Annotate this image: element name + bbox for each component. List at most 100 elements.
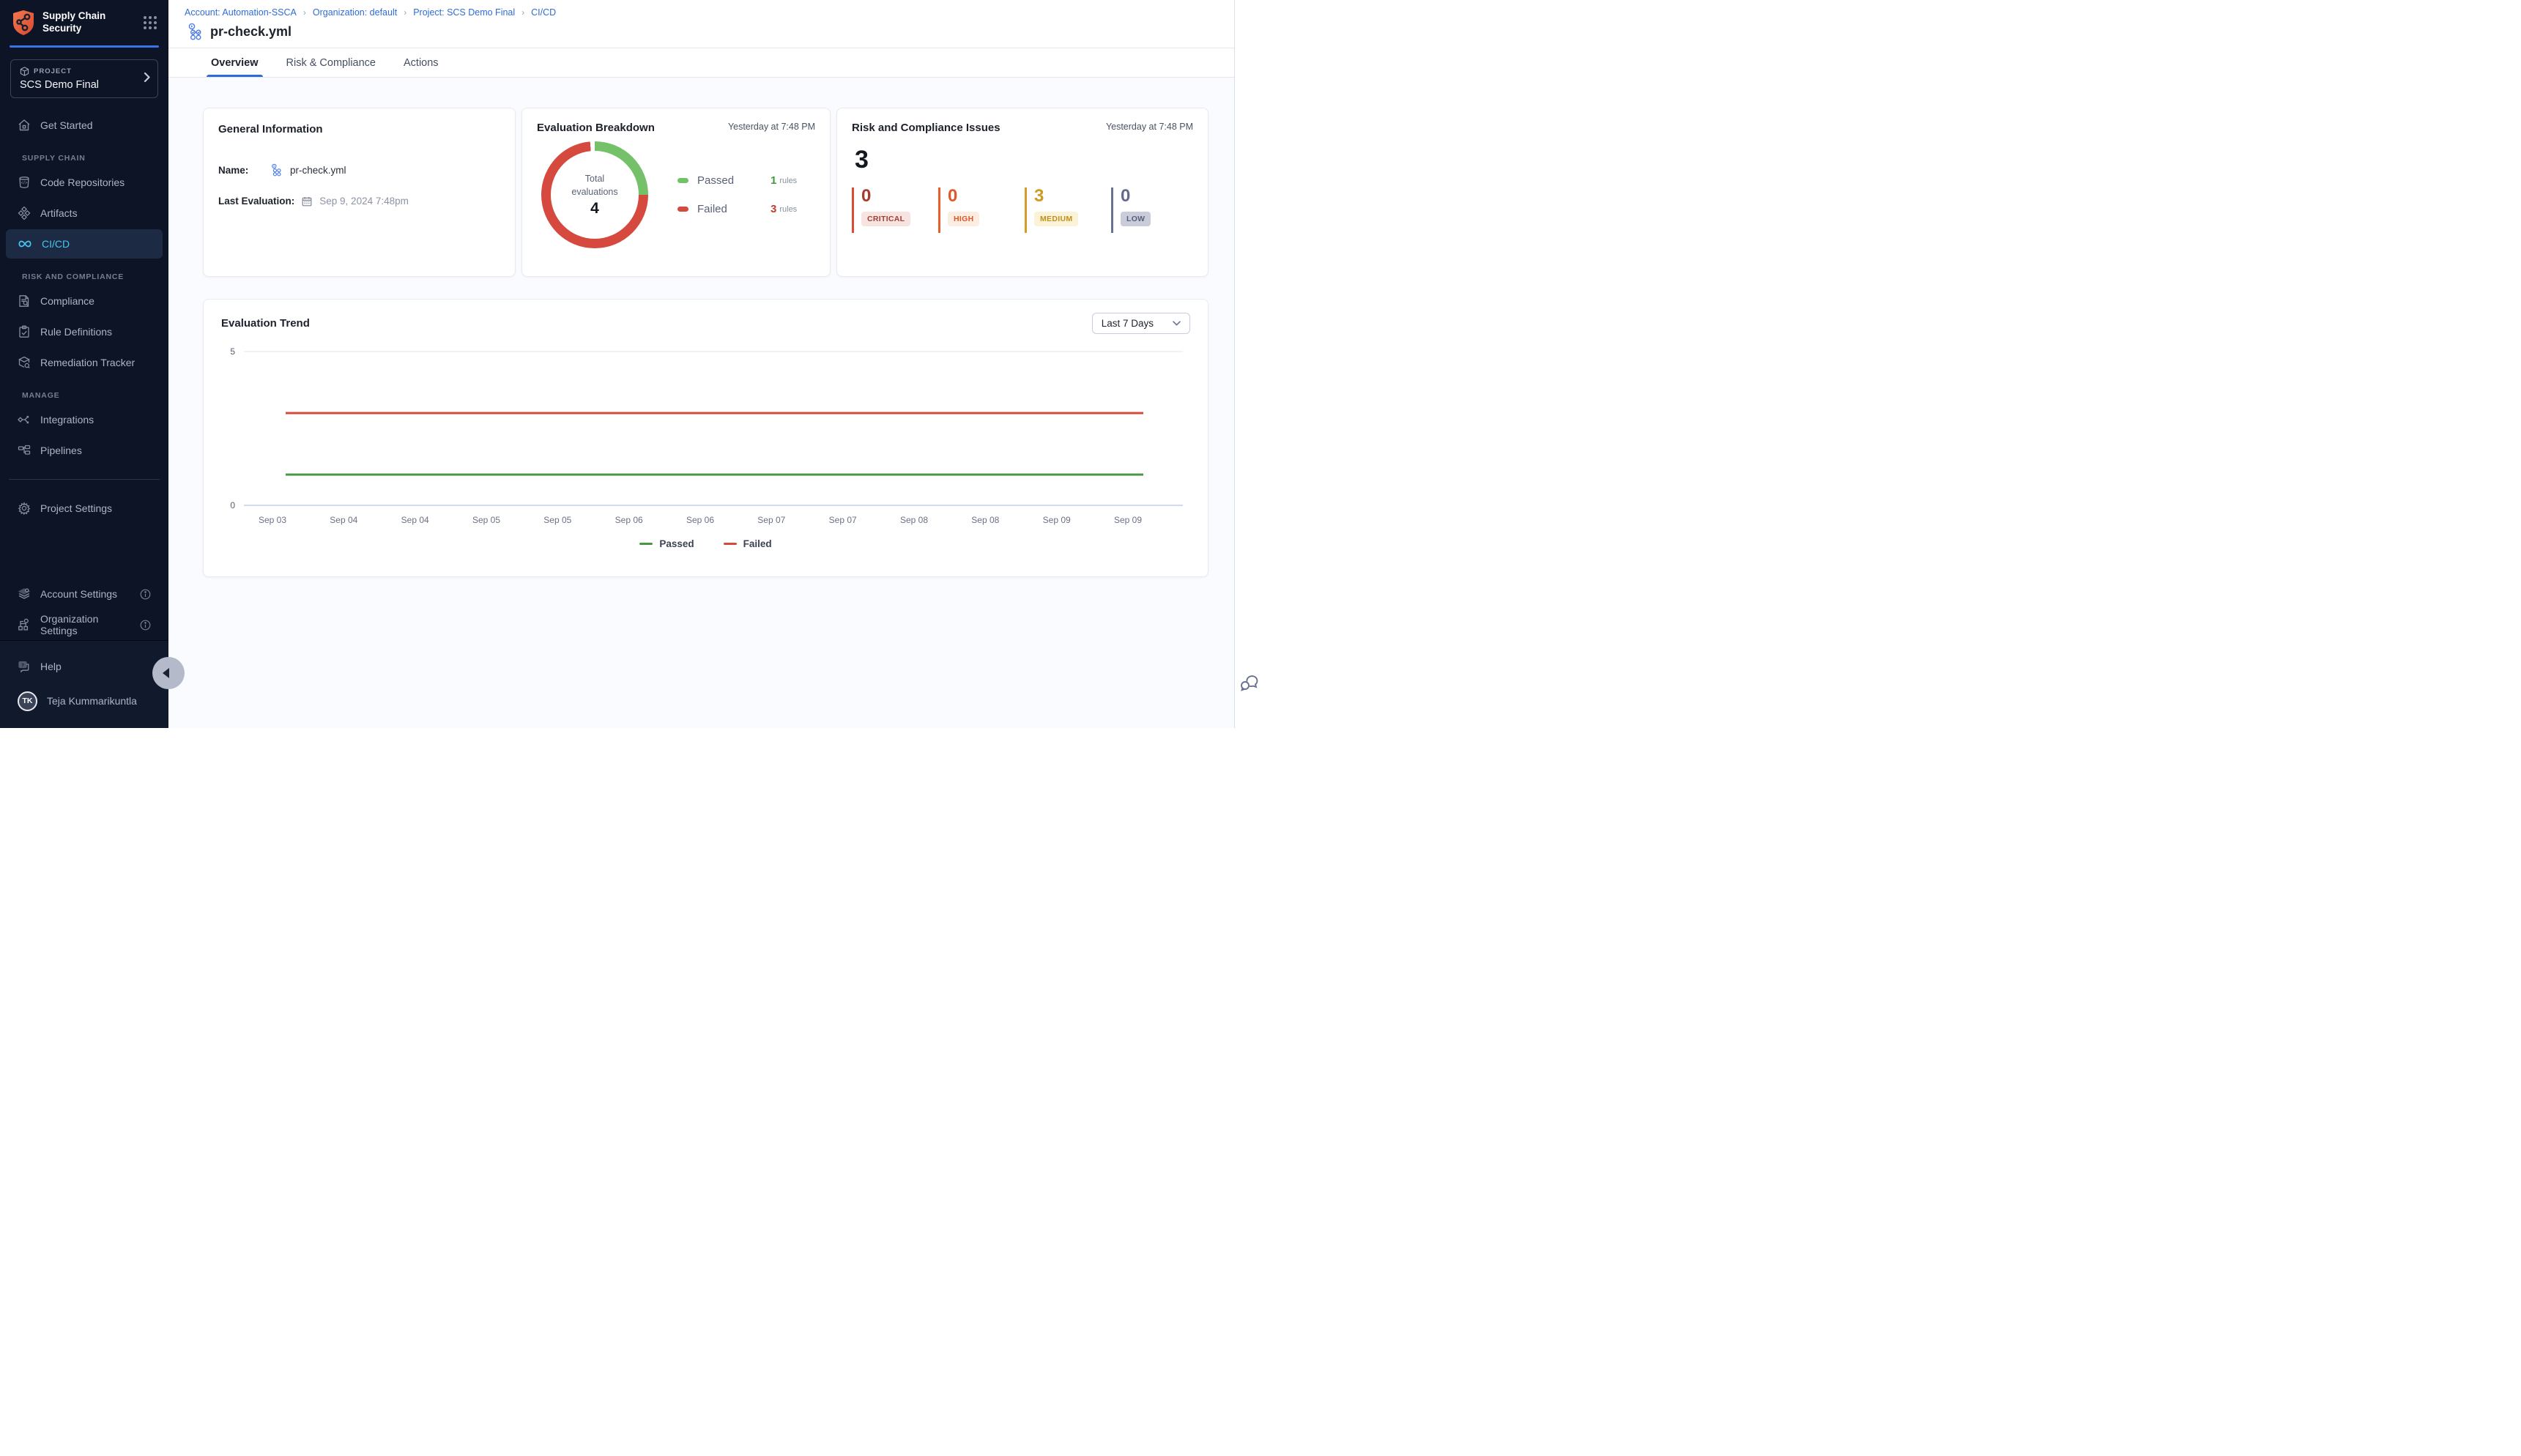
document-search-icon <box>18 294 31 308</box>
user-name: Teja Kummarikuntla <box>47 695 137 707</box>
breadcrumb-link[interactable]: CI/CD <box>531 7 556 18</box>
last-evaluation-value: Sep 9, 2024 7:48pm <box>319 196 409 207</box>
sidebar-item-label: Pipelines <box>40 445 82 456</box>
calendar-icon <box>302 196 312 207</box>
logo-accent-divider <box>10 45 159 48</box>
sidebar-item-label: Remediation Tracker <box>40 357 135 368</box>
sidebar-item-artifacts[interactable]: Artifacts <box>6 198 163 228</box>
breadcrumb-link[interactable]: Account: Automation-SSCA <box>185 7 297 18</box>
page-title: pr-check.yml <box>210 24 292 40</box>
card-title: Evaluation Trend <box>221 317 310 330</box>
name-value: pr-check.yml <box>290 165 346 176</box>
legend-unit: rules <box>779 205 797 214</box>
card-title: Risk and Compliance Issues <box>852 122 1000 134</box>
sidebar: Supply Chain Security PROJECT SCS Demo F… <box>0 0 168 728</box>
legend-label: Failed <box>697 203 754 215</box>
legend-label: Passed <box>697 174 754 187</box>
layers-gear-icon <box>18 587 31 601</box>
app-switcher-grid-icon[interactable] <box>144 16 157 29</box>
name-label: Name: <box>218 165 264 176</box>
info-icon[interactable] <box>140 620 151 631</box>
breadcrumb-separator-icon: › <box>521 7 524 18</box>
chevron-down-icon <box>1173 321 1181 326</box>
x-axis-tick: Sep 08 <box>971 515 999 525</box>
tab-risk-compliance[interactable]: Risk & Compliance <box>286 48 376 77</box>
general-information-card: General Information Name: pr-check.yml L… <box>203 108 516 277</box>
chat-support-icon[interactable] <box>1239 675 1258 696</box>
help-chat-icon: ? <box>18 660 31 673</box>
clipboard-check-icon <box>18 325 31 338</box>
x-axis-tick: Sep 09 <box>1043 515 1071 525</box>
last-evaluation-label: Last Evaluation: <box>218 196 294 207</box>
avatar: TK <box>18 691 37 711</box>
timestamp: Yesterday at 7:48 PM <box>1106 122 1193 132</box>
section-header-manage: MANAGE <box>22 391 168 400</box>
y-axis-tick: 0 <box>230 500 235 510</box>
breakdown-legend: Passed1rulesFailed3rules <box>677 174 797 215</box>
page-header: Account: Automation-SSCA › Organization: d… <box>168 0 1260 48</box>
date-range-value: Last 7 Days <box>1102 318 1154 329</box>
risk-compliance-issues-card: Risk and Compliance Issues Yesterday at … <box>836 108 1208 277</box>
trend-legend-label: Passed <box>659 538 694 549</box>
sidebar-item-label: Rule Definitions <box>40 326 112 338</box>
card-title: General Information <box>218 123 500 135</box>
severity-badge: MEDIUM <box>1034 212 1078 226</box>
sidebar-item-pipelines[interactable]: Pipelines <box>6 436 163 465</box>
integrations-branch-icon <box>18 413 31 426</box>
severity-count: 0 <box>948 187 1007 205</box>
severity-badge: HIGH <box>948 212 979 226</box>
project-selector[interactable]: PROJECT SCS Demo Final <box>10 59 158 98</box>
x-axis-tick: Sep 09 <box>1114 515 1142 525</box>
content: General Information Name: pr-check.yml L… <box>168 78 1260 728</box>
tab-overview[interactable]: Overview <box>211 48 259 77</box>
sidebar-item-get-started[interactable]: Get Started <box>6 111 163 140</box>
sidebar-item-label: Project Settings <box>40 502 112 514</box>
sidebar-item-help[interactable]: ? Help <box>6 652 163 681</box>
sidebar-item-code-repositories[interactable]: </> Code Repositories <box>6 168 163 197</box>
info-icon[interactable] <box>140 589 151 600</box>
sidebar-item-label: Help <box>40 661 62 672</box>
x-axis-tick: Sep 07 <box>829 515 857 525</box>
cube-icon <box>20 67 29 76</box>
sidebar-item-label: CI/CD <box>42 238 70 250</box>
sidebar-item-integrations[interactable]: Integrations <box>6 405 163 434</box>
severity-low: 0LOW <box>1111 187 1180 233</box>
sidebar-item-remediation-tracker[interactable]: Remediation Tracker <box>6 348 163 377</box>
supply-chain-security-logo-shield-icon <box>12 10 35 36</box>
passed-swatch-icon <box>677 178 688 183</box>
breadcrumb-link[interactable]: Project: SCS Demo Final <box>413 7 515 18</box>
code-repository-icon: </> <box>18 176 31 189</box>
date-range-dropdown[interactable]: Last 7 Days <box>1092 313 1190 334</box>
svg-text:?: ? <box>21 663 24 668</box>
severity-breakdown: 0 CRITICAL 0 HIGH 3MEDIUM 0LOW <box>852 187 1193 233</box>
breadcrumb-link[interactable]: Organization: default <box>313 7 397 18</box>
sidebar-item-project-settings[interactable]: Project Settings <box>6 494 163 523</box>
tab-actions[interactable]: Actions <box>404 48 439 77</box>
x-axis-tick: Sep 07 <box>757 515 785 525</box>
x-axis-tick: Sep 08 <box>900 515 928 525</box>
sidebar-item-rule-definitions[interactable]: Rule Definitions <box>6 317 163 346</box>
sidebar-collapse-button[interactable] <box>152 657 185 689</box>
failed-swatch-icon <box>677 207 688 212</box>
sidebar-nav: Get Started SUPPLY CHAIN </> Code Reposi… <box>0 98 168 640</box>
severity-badge: CRITICAL <box>861 212 910 226</box>
severity-critical: 0 CRITICAL <box>852 187 921 233</box>
divider <box>9 479 160 480</box>
passed-line-swatch-icon <box>639 543 653 545</box>
trend-legend-failed: Failed <box>724 538 772 549</box>
user-profile[interactable]: TK Teja Kummarikuntla <box>6 682 163 720</box>
x-axis-tick: Sep 04 <box>330 515 357 525</box>
trend-legend-passed: Passed <box>639 538 694 549</box>
severity-medium: 3MEDIUM <box>1025 187 1094 233</box>
section-header-risk-compliance: RISK AND COMPLIANCE <box>22 272 168 281</box>
sidebar-item-account-settings[interactable]: Account Settings <box>6 579 163 609</box>
sidebar-item-label: Organization Settings <box>40 613 130 636</box>
sidebar-item-cicd[interactable]: CI/CD <box>6 229 163 259</box>
severity-high: 0 HIGH <box>938 187 1007 233</box>
donut-center-label: Total evaluations <box>562 172 628 198</box>
severity-count: 0 <box>861 187 921 205</box>
sidebar-item-organization-settings[interactable]: Organization Settings <box>6 610 163 639</box>
infinity-cicd-icon <box>18 239 32 248</box>
app-title: Supply Chain Security <box>42 10 136 35</box>
sidebar-item-compliance[interactable]: Compliance <box>6 286 163 316</box>
